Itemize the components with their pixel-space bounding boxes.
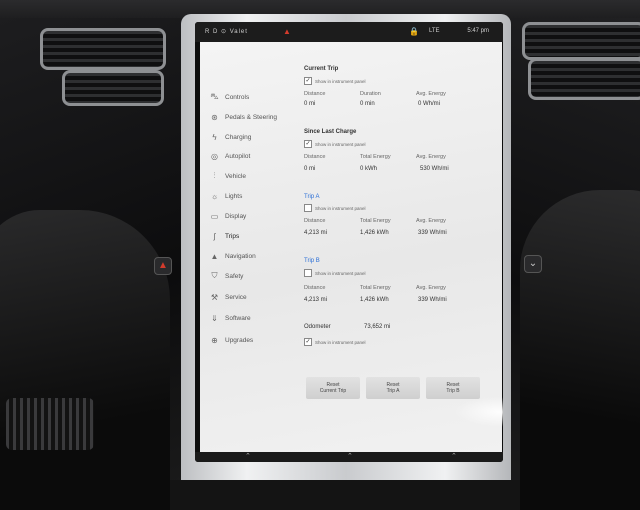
sidebar-item-charging[interactable]: ϟ Charging — [210, 129, 296, 145]
odometer-show-checkbox[interactable]: ✓ Show in instrument panel — [304, 338, 366, 346]
screen-glare — [454, 397, 503, 427]
status-bar: R D ⊙ Valet ▲ 🔒 LTE 5:47 pm — [195, 22, 503, 42]
trip-a-show-checkbox[interactable]: Show in instrument panel — [304, 204, 366, 212]
trips-content: Current Trip ✓ Show in instrument panel D… — [304, 42, 503, 452]
sidebar-item-safety[interactable]: ⛉ Safety — [210, 268, 296, 284]
since-last-charge-title: Since Last Charge — [304, 129, 357, 135]
glovebox-button-icon[interactable]: ⌄ — [524, 255, 542, 273]
trip-b-title: Trip B — [304, 258, 320, 264]
settings-panel: ⛍ Controls ⊛ Pedals & Steering ϟ Charging ◎… — [200, 42, 503, 452]
air-vent-right-lower — [528, 58, 640, 100]
since-charge-avg-energy: 530 Wh/mi — [420, 166, 449, 172]
clock: 5:47 pm — [467, 28, 489, 34]
sidebar-item-controls[interactable]: ⛍ Controls — [210, 89, 296, 105]
current-trip-duration: 0 min — [360, 101, 375, 107]
sidebar-item-service[interactable]: ⚒ Service — [210, 289, 296, 305]
steering-wheel-icon: ⊛ — [211, 112, 218, 122]
since-charge-distance-label: Distance — [304, 154, 326, 160]
reset-trip-b-button[interactable]: Reset Trip B — [426, 377, 480, 399]
current-trip-duration-label: Duration — [360, 91, 381, 97]
air-vent-left-lower — [62, 70, 164, 106]
current-trip-distance: 0 mi — [304, 101, 316, 107]
warning-icon: ▲ — [283, 27, 291, 36]
current-trip-show-checkbox[interactable]: ✓ Show in instrument panel — [304, 77, 366, 85]
trip-b-total-energy: 1,426 kWh — [360, 297, 389, 303]
speaker-grille — [6, 398, 94, 450]
current-trip-title: Current Trip — [304, 66, 339, 72]
seat-left — [0, 210, 170, 510]
sidebar-item-navigation[interactable]: ▲ Navigation — [210, 248, 296, 264]
trips-icon: ʃ — [213, 231, 216, 241]
checkbox-icon: ✓ — [304, 140, 312, 148]
navigation-arrow-icon: ▲ — [210, 251, 219, 261]
sidebar-item-vehicle[interactable]: ⫶ Vehicle — [210, 168, 296, 184]
chevron-up-icon[interactable]: ⌃ — [245, 452, 251, 460]
display-icon: ▭ — [210, 211, 219, 221]
sun-icon: ☼ — [210, 191, 219, 201]
sidebar-item-software[interactable]: ⇓ Software — [210, 310, 296, 326]
current-trip-distance-label: Distance — [304, 91, 326, 97]
since-charge-show-checkbox[interactable]: ✓ Show in instrument panel — [304, 140, 366, 148]
sliders-icon: ⫶ — [213, 171, 216, 180]
air-vent-right-upper — [522, 22, 640, 60]
trip-b-distance: 4,213 mi — [304, 297, 328, 303]
sidebar-item-upgrades[interactable]: ⊕ Upgrades — [210, 332, 296, 348]
trip-b-avg-energy-label: Avg. Energy — [416, 285, 446, 291]
settings-sidebar: ⛍ Controls ⊛ Pedals & Steering ϟ Charging ◎… — [200, 42, 298, 452]
trip-b-avg-energy: 339 Wh/mi — [418, 297, 447, 303]
checkbox-icon — [304, 204, 312, 212]
checkbox-icon — [304, 269, 312, 277]
since-charge-total-energy: 0 kWh — [360, 166, 378, 172]
checkbox-icon: ✓ — [304, 338, 312, 346]
seat-right — [520, 190, 640, 510]
hazard-button-icon[interactable]: ▲ — [154, 257, 172, 275]
trip-a-avg-energy: 339 Wh/mi — [418, 230, 447, 236]
upgrade-icon: ⊕ — [211, 335, 218, 345]
since-charge-avg-energy-label: Avg. Energy — [416, 154, 446, 160]
download-icon: ⇓ — [211, 313, 218, 323]
car-icon: ⛍ — [210, 92, 219, 101]
current-trip-energy-label: Avg. Energy — [416, 91, 446, 97]
trip-a-total-energy: 1,426 kWh — [360, 230, 389, 236]
sidebar-item-lights[interactable]: ☼ Lights — [210, 188, 296, 204]
current-trip-energy: 0 Wh/mi — [418, 101, 441, 107]
checkbox-icon: ✓ — [304, 77, 312, 85]
air-vent-left-upper — [40, 28, 166, 70]
steering-circle-icon: ◎ — [211, 151, 218, 161]
reset-current-trip-button[interactable]: Reset Current Trip — [306, 377, 360, 399]
wrench-icon: ⚒ — [210, 292, 219, 302]
odometer-label: Odometer — [304, 324, 331, 330]
lightning-icon: ϟ — [212, 132, 217, 142]
trip-b-distance-label: Distance — [304, 285, 326, 291]
since-charge-total-energy-label: Total Energy — [360, 154, 391, 160]
trip-a-title: Trip A — [304, 194, 320, 200]
network-indicator: LTE — [429, 28, 440, 34]
sidebar-item-display[interactable]: ▭ Display — [210, 208, 296, 224]
lock-icon[interactable]: 🔒 — [409, 27, 419, 36]
sidebar-item-autopilot[interactable]: ◎ Autopilot — [210, 148, 296, 164]
trip-a-avg-energy-label: Avg. Energy — [416, 218, 446, 224]
reset-trip-a-button[interactable]: Reset Trip A — [366, 377, 420, 399]
since-charge-distance: 0 mi — [304, 166, 316, 172]
trip-a-distance: 4,213 mi — [304, 230, 328, 236]
trip-a-distance-label: Distance — [304, 218, 326, 224]
trip-a-total-energy-label: Total Energy — [360, 218, 391, 224]
sidebar-item-pedals[interactable]: ⊛ Pedals & Steering — [210, 109, 296, 125]
chevron-up-icon[interactable]: ⌃ — [451, 452, 457, 460]
trip-b-total-energy-label: Total Energy — [360, 285, 391, 291]
gear-status: R D ⊙ Valet — [205, 29, 248, 35]
shield-icon: ⛉ — [211, 271, 218, 280]
bottom-bar: ⌃ ⌃ ⌃ — [195, 452, 503, 462]
chevron-up-icon[interactable]: ⌃ — [347, 452, 353, 460]
trip-b-show-checkbox[interactable]: Show in instrument panel — [304, 269, 366, 277]
touchscreen: R D ⊙ Valet ▲ 🔒 LTE 5:47 pm ⛍ Controls ⊛ P… — [195, 22, 503, 462]
odometer-value: 73,652 mi — [364, 324, 391, 330]
sidebar-item-trips[interactable]: ʃ Trips — [210, 228, 296, 244]
